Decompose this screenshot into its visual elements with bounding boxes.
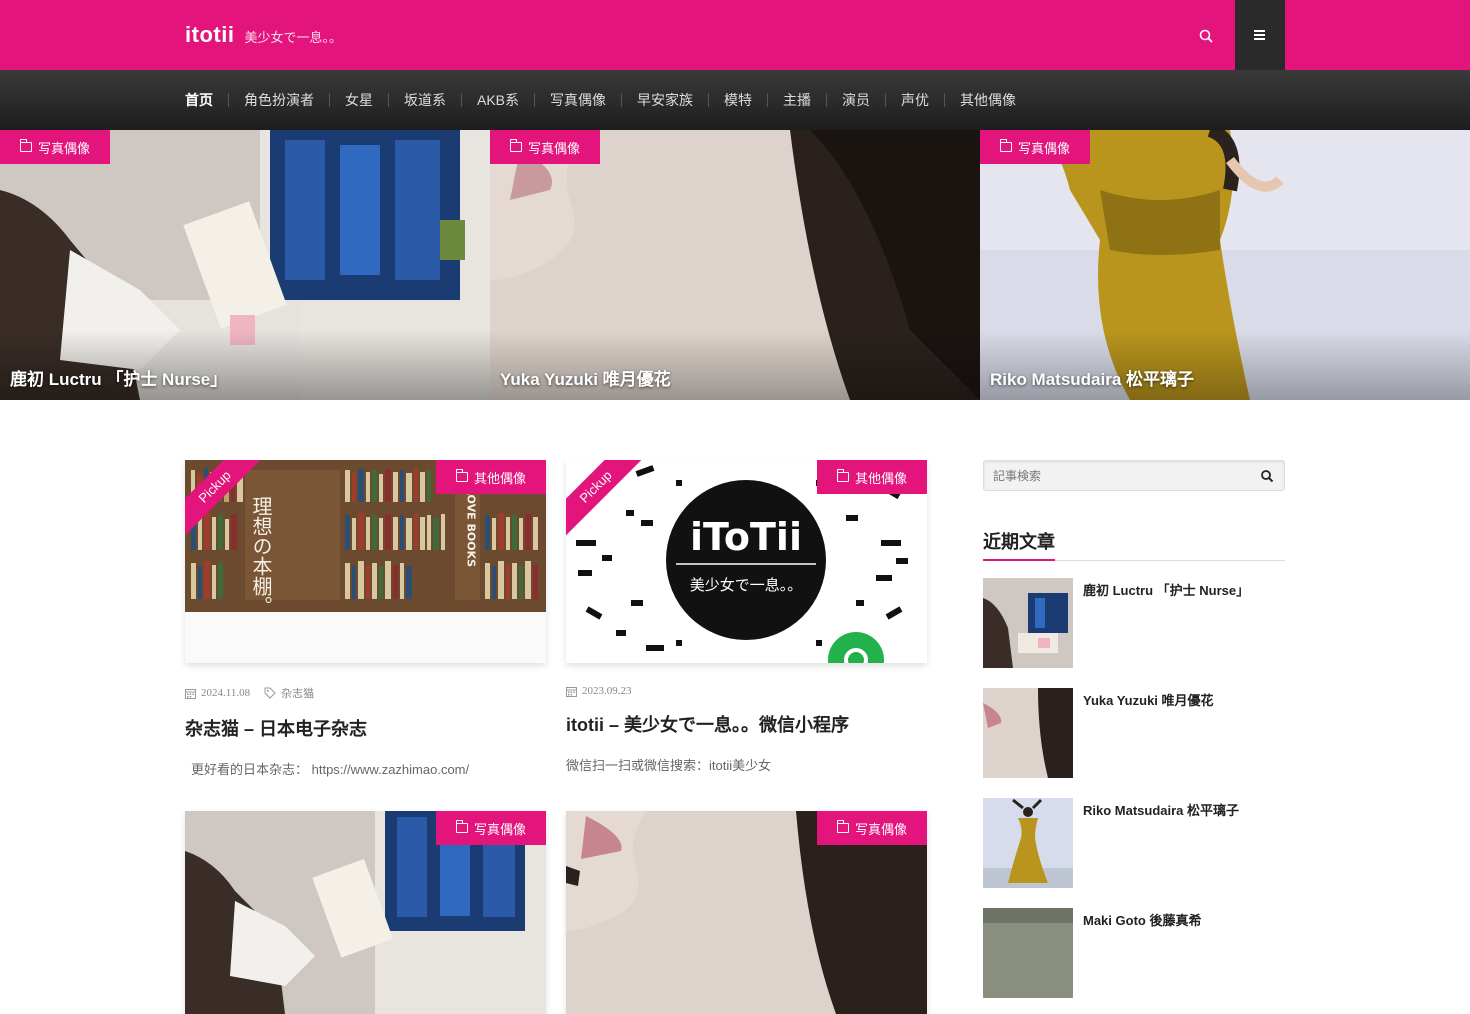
hero-card[interactable]: 写真偶像 鹿初 Luctru 「护士 Nurse」 xyxy=(0,130,490,400)
folder-icon xyxy=(509,139,522,152)
recent-post-title[interactable]: Riko Matsudaira 松平璃子 xyxy=(1083,798,1239,888)
folder-icon xyxy=(455,469,468,482)
calendar-icon xyxy=(185,688,196,699)
nav-item-sakamichi[interactable]: 坂道系 xyxy=(388,93,461,107)
brand[interactable]: itotii 美少女で一息。。 xyxy=(185,22,342,48)
category-badge[interactable]: 写真偶像 xyxy=(0,130,110,164)
post-excerpt: 更好看的日本杂志： https://www.zazhimao.com/ xyxy=(191,762,470,777)
calendar-icon xyxy=(566,686,577,697)
recent-post-thumbnail[interactable] xyxy=(983,578,1073,668)
sidebar-search xyxy=(983,460,1285,491)
category-badge[interactable]: 写真偶像 xyxy=(816,811,927,845)
recent-post-item[interactable]: Yuka Yuzuki 唯月優花 xyxy=(983,688,1285,778)
nav-item-model[interactable]: 模特 xyxy=(708,93,767,107)
hero-image xyxy=(0,130,490,400)
search-icon[interactable] xyxy=(1260,469,1274,483)
site-tagline: 美少女で一息。。 xyxy=(244,30,342,45)
hero-title[interactable]: 鹿初 Luctru 「护士 Nurse」 xyxy=(10,365,227,390)
search-input[interactable] xyxy=(984,461,1244,490)
nav-item-actress[interactable]: 女星 xyxy=(329,93,388,107)
nav-item-streamer[interactable]: 主播 xyxy=(767,93,826,107)
category-badge[interactable]: 其他偶像 xyxy=(435,460,546,494)
recent-post-title[interactable]: 鹿初 Luctru 「护士 Nurse」 xyxy=(1083,578,1249,668)
post-tag[interactable]: 杂志猫 xyxy=(281,685,314,701)
nav-item-akb[interactable]: AKB系 xyxy=(461,93,534,107)
recent-post-title[interactable]: Yuka Yuzuki 唯月優花 xyxy=(1083,688,1214,778)
site-header: itotii 美少女で一息。。 xyxy=(0,0,1470,70)
svg-text:iToTii: iToTii xyxy=(690,515,802,559)
menu-button[interactable] xyxy=(1235,0,1285,70)
nav-item-home[interactable]: 首页 xyxy=(185,93,228,107)
recent-posts-title: 近期文章 xyxy=(983,528,1285,561)
post-thumbnail[interactable]: 理想の本棚。 I LOVE BOOKS Pickup 其他偶像 xyxy=(185,460,546,663)
recent-post-item[interactable]: Riko Matsudaira 松平璃子 xyxy=(983,798,1285,888)
nav-item-other-idol[interactable]: 其他偶像 xyxy=(944,93,1031,107)
hero-card[interactable]: 写真偶像 Yuka Yuzuki 唯月優花 xyxy=(490,130,980,400)
post-card[interactable]: 写真偶像 xyxy=(566,811,927,1014)
recent-post-title[interactable]: Maki Goto 後藤真希 xyxy=(1083,908,1201,998)
main-nav: 首页 角色扮演者 女星 坂道系 AKB系 写真偶像 早安家族 模特 主播 演员 … xyxy=(0,70,1470,130)
hero-slider: 写真偶像 鹿初 Luctru 「护士 Nurse」 写真偶像 Yuka Yuzu… xyxy=(0,130,1470,400)
nav-item-actor[interactable]: 演员 xyxy=(826,93,885,107)
post-meta: 2024.11.08 杂志猫 xyxy=(185,685,546,701)
post-meta: 2023.09.23 xyxy=(566,685,927,697)
folder-icon xyxy=(999,139,1012,152)
nav-item-hello-project[interactable]: 早安家族 xyxy=(621,93,708,107)
post-card[interactable]: 理想の本棚。 I LOVE BOOKS Pickup 其他偶像 2024.11.… xyxy=(185,460,546,778)
post-title[interactable]: 杂志猫 – 日本电子杂志 xyxy=(185,715,546,741)
folder-icon xyxy=(19,139,32,152)
site-logo[interactable]: itotii xyxy=(185,22,234,48)
recent-post-item[interactable]: Maki Goto 後藤真希 xyxy=(983,908,1285,998)
post-date: 2023.09.23 xyxy=(582,685,632,697)
menu-icon xyxy=(1254,30,1265,40)
recent-post-thumbnail[interactable] xyxy=(983,688,1073,778)
category-badge[interactable]: 其他偶像 xyxy=(816,460,927,494)
recent-post-thumbnail[interactable] xyxy=(983,908,1073,998)
nav-item-voice-actor[interactable]: 声优 xyxy=(885,93,944,107)
post-thumbnail[interactable]: iToTii 美少女で一息。。 Pickup 其他偶像 xyxy=(566,460,927,663)
folder-icon xyxy=(455,820,468,833)
hero-title[interactable]: Riko Matsudaira 松平璃子 xyxy=(990,365,1194,390)
post-thumbnail[interactable]: 写真偶像 xyxy=(566,811,927,1014)
post-card[interactable]: iToTii 美少女で一息。。 Pickup 其他偶像 2023.09.23 i… xyxy=(566,460,927,774)
recent-post-item[interactable]: 鹿初 Luctru 「护士 Nurse」 xyxy=(983,578,1285,668)
category-badge[interactable]: 写真偶像 xyxy=(490,130,600,164)
hero-image xyxy=(980,130,1470,400)
search-icon[interactable] xyxy=(1195,25,1217,47)
nav-item-cosplayer[interactable]: 角色扮演者 xyxy=(228,93,329,107)
nav-list: 首页 角色扮演者 女星 坂道系 AKB系 写真偶像 早安家族 模特 主播 演员 … xyxy=(185,70,1031,130)
category-badge[interactable]: 写真偶像 xyxy=(980,130,1090,164)
post-excerpt: 微信扫一扫或微信搜索：itotii美少女 xyxy=(566,758,772,773)
hero-image xyxy=(490,130,980,400)
post-card[interactable]: 写真偶像 xyxy=(185,811,546,1014)
category-badge[interactable]: 写真偶像 xyxy=(435,811,546,845)
post-title[interactable]: itotii – 美少女で一息。。微信小程序 xyxy=(566,711,927,737)
folder-icon xyxy=(836,820,849,833)
svg-text:理想の本棚。: 理想の本棚。 xyxy=(249,496,273,616)
folder-icon xyxy=(836,469,849,482)
post-thumbnail[interactable]: 写真偶像 xyxy=(185,811,546,1014)
hero-card[interactable]: 写真偶像 Riko Matsudaira 松平璃子 xyxy=(980,130,1470,400)
hero-title[interactable]: Yuka Yuzuki 唯月優花 xyxy=(500,365,671,390)
tag-icon xyxy=(264,687,276,699)
svg-text:美少女で一息。。: 美少女で一息。。 xyxy=(690,576,803,594)
post-date: 2024.11.08 xyxy=(201,687,251,699)
nav-item-gravure[interactable]: 写真偶像 xyxy=(534,93,621,107)
recent-post-thumbnail[interactable] xyxy=(983,798,1073,888)
